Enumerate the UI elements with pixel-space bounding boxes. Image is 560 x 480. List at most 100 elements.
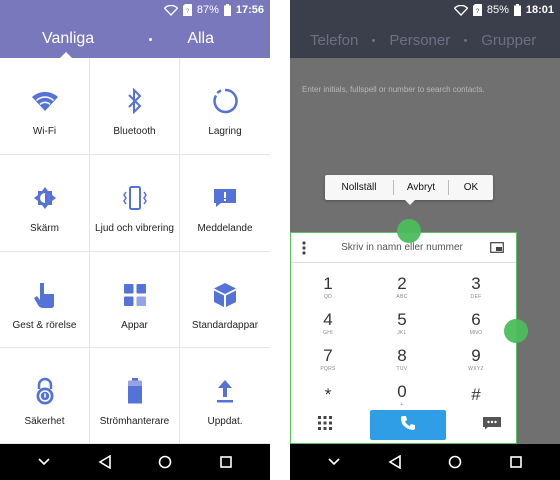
update-arrow-icon: [210, 376, 240, 406]
lock-icon: [30, 376, 60, 406]
key-8[interactable]: 8 TUV: [365, 341, 439, 377]
dial-keys: 1 QD 2 ABC 3 DEF 4 GHI 5 JKL 6 MNO 7 PQRS 8 TUV …: [291, 269, 516, 413]
key-digit: 5: [397, 309, 407, 329]
battery-percent: 87%: [196, 4, 219, 16]
tab-grupper[interactable]: Grupper: [481, 32, 536, 49]
key-7[interactable]: 7 PQRS: [291, 341, 365, 377]
dialer-screen: ? 85% 18:01 Telefon Personer Grupper Ent…: [290, 0, 560, 480]
vibrate-icon: [120, 183, 150, 213]
battery-icon: [120, 376, 150, 406]
call-button[interactable]: [369, 410, 446, 440]
tile-label: Ljud och vibrering: [95, 223, 174, 234]
tile-lagring[interactable]: Lagring: [180, 58, 270, 155]
tab-separator-dot: [149, 37, 153, 41]
battery-percent: 85%: [486, 4, 509, 16]
tile-standardappar[interactable]: Standardappar: [180, 252, 270, 348]
key-letters: MNO: [469, 329, 483, 336]
tab-alla[interactable]: Alla: [187, 30, 214, 48]
key-letters: ABC: [396, 293, 408, 300]
number-input[interactable]: [317, 242, 487, 253]
tile-label: Standardappar: [191, 320, 259, 331]
chevron-down-icon[interactable]: [319, 447, 349, 477]
key-letters: WXYZ: [468, 365, 484, 372]
key-digit: 4: [323, 309, 333, 329]
edit-context-menu: Nollställ Avbryt OK: [325, 175, 493, 200]
key-digit: 2: [397, 273, 407, 293]
tile-label: Lagring: [208, 126, 242, 137]
key-2[interactable]: 2 ABC: [365, 269, 439, 305]
dialpad-toggle-icon[interactable]: [317, 415, 333, 436]
key-3[interactable]: 3 DEF: [439, 269, 513, 305]
key-digit: *: [324, 384, 332, 404]
key-letters: DEF: [470, 293, 482, 300]
recents-icon[interactable]: [211, 447, 241, 477]
back-icon[interactable]: [380, 447, 410, 477]
home-icon[interactable]: [440, 447, 470, 477]
reset-menu-item[interactable]: Nollställ: [325, 175, 393, 200]
tile-wifi[interactable]: Wi-Fi: [0, 58, 90, 155]
message-icon[interactable]: [482, 416, 502, 435]
notification-icon: [210, 183, 240, 213]
bluetooth-icon: [120, 86, 150, 116]
key-digit: #: [471, 384, 481, 404]
menu-pointer: [405, 200, 415, 205]
home-icon[interactable]: [150, 447, 180, 477]
tile-bluetooth[interactable]: Bluetooth: [90, 58, 180, 155]
key-9[interactable]: 9 WXYZ: [439, 341, 513, 377]
tile-appar[interactable]: Appar: [90, 252, 180, 348]
key-1[interactable]: 1 QD: [291, 269, 365, 305]
search-hint: Enter initials, fullspell or number to s…: [302, 85, 485, 94]
dialpad-actions: [291, 407, 516, 443]
key-letters: GHI: [323, 329, 333, 336]
key-letters: JKL: [397, 329, 407, 336]
phone-icon: [400, 415, 416, 436]
tile-meddelande[interactable]: Meddelande: [180, 155, 270, 252]
tile-label: Strömhanterare: [99, 416, 170, 427]
key-digit: 1: [323, 273, 333, 293]
key-digit: 7: [323, 345, 333, 365]
ok-menu-item[interactable]: OK: [449, 175, 493, 200]
wifi-status-icon: [453, 4, 468, 16]
key-5[interactable]: 5 JKL: [365, 305, 439, 341]
chevron-down-icon[interactable]: [29, 447, 59, 477]
tab-vanliga[interactable]: Vanliga: [42, 30, 94, 48]
tile-label: Appar: [121, 320, 148, 331]
sim-icon: ?: [182, 4, 192, 16]
settings-screen: ? 87% 17:56 Vanliga Alla Wi-Fi Bluetooth…: [0, 0, 270, 480]
status-bar: ? 85% 18:01: [290, 0, 560, 20]
tile-stromhanterare[interactable]: Strömhanterare: [90, 348, 180, 444]
clock: 17:56: [235, 4, 264, 16]
touch-marker: [504, 319, 528, 343]
tile-gest[interactable]: Gest & rörelse: [0, 252, 90, 348]
storage-ring-icon: [210, 86, 240, 116]
key-letters: TUV: [396, 365, 408, 372]
key-digit: 3: [471, 273, 481, 293]
tab-telefon[interactable]: Telefon: [310, 32, 358, 49]
back-icon[interactable]: [90, 447, 120, 477]
recents-icon[interactable]: [501, 447, 531, 477]
tile-label: Bluetooth: [113, 126, 156, 137]
key-digit: 0: [397, 381, 407, 401]
battery-status-icon: [223, 4, 231, 16]
cancel-menu-item[interactable]: Avbryt: [394, 175, 448, 200]
key-4[interactable]: 4 GHI: [291, 305, 365, 341]
tile-uppdat[interactable]: Uppdat.: [180, 348, 270, 444]
keyboard-toggle-icon[interactable]: [487, 242, 507, 253]
more-options-icon[interactable]: [291, 240, 317, 255]
wifi-status-icon: [163, 4, 178, 16]
nav-bar: [290, 444, 560, 480]
tab-personer[interactable]: Personer: [389, 32, 450, 49]
settings-tabs: Vanliga Alla: [0, 26, 270, 52]
key-digit: 8: [397, 345, 407, 365]
tile-sakerhet[interactable]: Säkerhet: [0, 348, 90, 444]
key-letters: QD: [323, 293, 333, 300]
dialpad-panel: 1QD 2ABC 3DEF 4GHI 5JKL 6MNO 7PQRS 8TUV …: [290, 232, 517, 444]
tile-ljud[interactable]: Ljud och vibrering: [90, 155, 180, 252]
tile-skarm[interactable]: Skärm: [0, 155, 90, 252]
battery-status-icon: [513, 4, 521, 16]
tile-label: Wi-Fi: [32, 126, 57, 137]
clock: 18:01: [525, 4, 554, 16]
tile-label: Skärm: [30, 223, 59, 234]
tile-label: Uppdat.: [207, 416, 243, 427]
key-6[interactable]: 6 MNO: [439, 305, 513, 341]
